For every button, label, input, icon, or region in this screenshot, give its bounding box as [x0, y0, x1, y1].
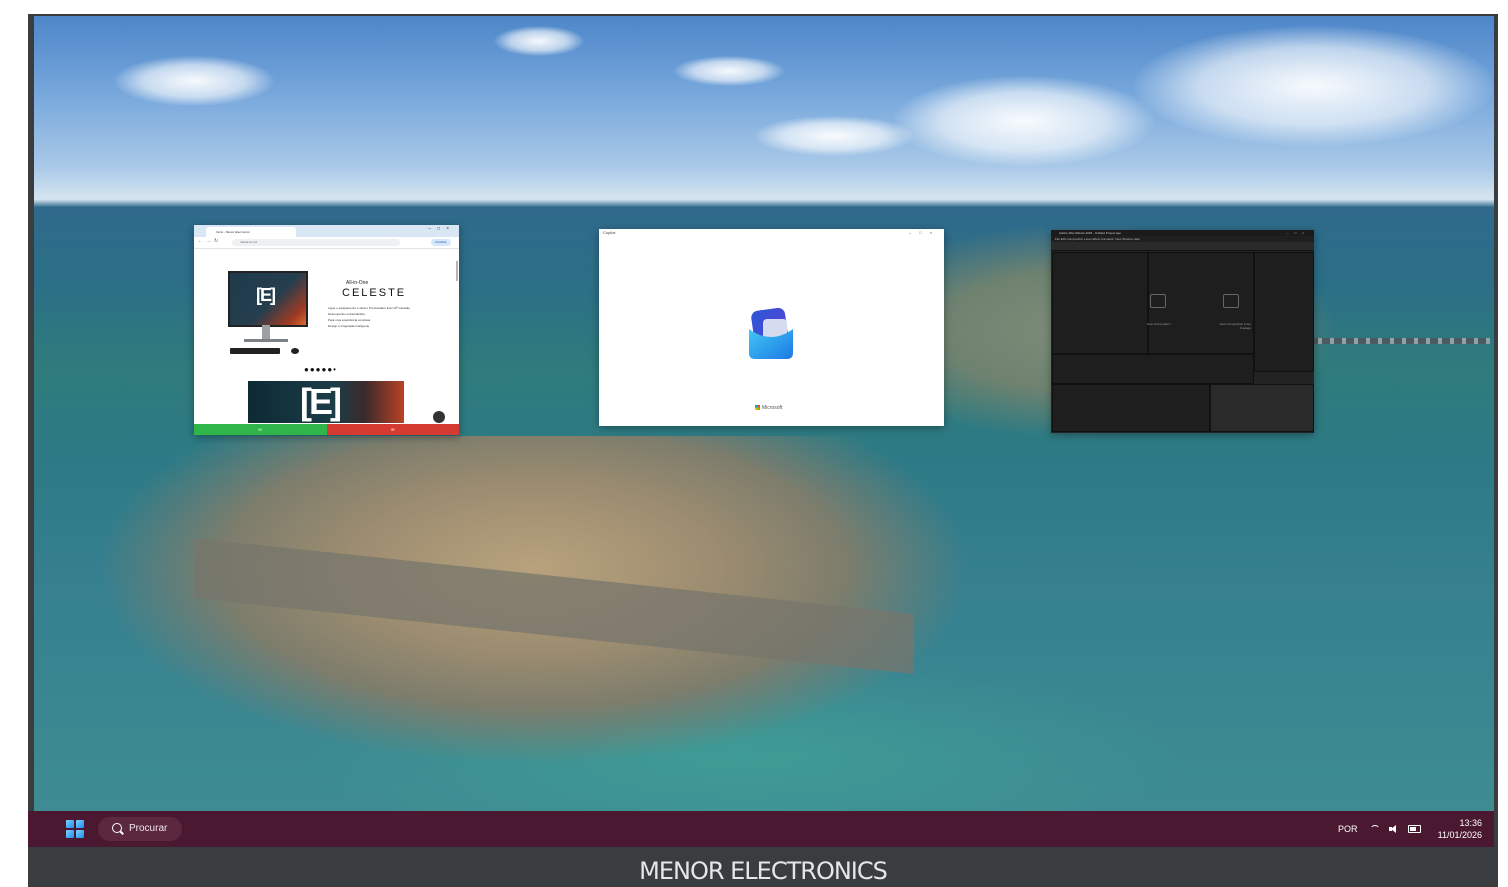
new-composition-icon[interactable] [1150, 294, 1166, 308]
after-effects-window[interactable]: Adobe After Effects 2025 - Untitled Proj… [1051, 230, 1314, 433]
address-bar[interactable]: menor.co.mz [232, 239, 400, 246]
feature-list: Ligue o equipamento e sinta o Processado… [328, 305, 452, 329]
wallpaper-cloud [1134, 26, 1494, 146]
copilot-window[interactable]: Copilot –□× Microsoft [599, 229, 944, 426]
window-controls[interactable]: –□× [428, 226, 455, 232]
product-mouse [291, 348, 299, 354]
battery-icon[interactable] [1408, 825, 1421, 833]
wallpaper-cloud [674, 56, 784, 86]
chrome-tab[interactable]: Início - Menor Electronics [206, 227, 296, 237]
windows-start-icon[interactable] [66, 820, 84, 838]
wifi-icon[interactable] [1370, 824, 1380, 834]
system-tray[interactable] [1370, 823, 1421, 835]
window-controls[interactable]: –□× [909, 229, 940, 237]
copilot-titlebar: Copilot –□× [599, 229, 944, 237]
banner-logo: [E] [300, 381, 342, 422]
new-comp-from-footage-icon[interactable] [1223, 294, 1239, 308]
email-button[interactable]: ✉ [326, 424, 459, 435]
logo-text: [E] [256, 285, 276, 305]
scrollbar[interactable] [456, 261, 458, 281]
ae-project-panel[interactable] [1052, 252, 1148, 354]
ae-timeline-header[interactable] [1052, 354, 1254, 384]
product-base [244, 339, 288, 342]
ae-toolbar[interactable] [1051, 242, 1314, 251]
chrome-window[interactable]: Início - Menor Electronics –□× ←→↻ menor… [194, 225, 459, 435]
carousel-dots[interactable]: ●●●●●• [304, 365, 337, 374]
search-label: Procurar [129, 823, 168, 834]
product-image: [E] [228, 271, 308, 327]
product-subheading: All-in-One [346, 280, 369, 286]
new-comp-from-footage-label[interactable]: New Composition From Footage [1211, 322, 1251, 330]
product-stand [262, 325, 270, 339]
copilot-title: Copilot [603, 230, 616, 235]
copilot-icon [749, 307, 793, 359]
microsoft-logo-icon [755, 405, 760, 411]
chrome-tab-bar: Início - Menor Electronics –□× [194, 225, 459, 237]
taskbar-clock[interactable]: 13:36 11/01/2026 [1428, 817, 1482, 841]
whatsapp-button[interactable]: ☏ [194, 424, 327, 435]
clock-date: 11/01/2026 [1437, 830, 1482, 840]
product-keyboard [230, 348, 280, 354]
chrome-toolbar: ←→↻ menor.co.mz Partilhar [194, 237, 459, 249]
ae-titlebar: Adobe After Effects 2025 - Untitled Proj… [1051, 230, 1314, 236]
wallpaper-pier [1310, 338, 1490, 344]
clock-time: 13:36 [1459, 818, 1482, 828]
desktop-screen: Início - Menor Electronics –□× ←→↻ menor… [34, 16, 1494, 813]
language-indicator[interactable]: POR [1338, 811, 1358, 847]
bezel-brand: MENOR ELECTRONICS [639, 857, 888, 885]
taskbar: Procurar POR 13:36 11/01/2026 [28, 811, 1494, 847]
wallpaper-cloud [494, 26, 584, 56]
contact-bar: ☏ ✉ [194, 424, 459, 435]
volume-icon[interactable] [1389, 824, 1399, 834]
ae-title: Adobe After Effects 2025 - Untitled Proj… [1059, 231, 1121, 235]
search-icon [112, 823, 122, 833]
wallpaper-cloud [754, 116, 914, 156]
share-button[interactable]: Partilhar [431, 239, 451, 246]
feature-item: Design e integração inteligente [328, 324, 370, 328]
ae-layer-panel[interactable] [1052, 384, 1210, 432]
banner-image: [E] [248, 381, 404, 423]
window-controls[interactable]: –□× [1287, 230, 1310, 236]
chat-button[interactable] [433, 411, 445, 423]
wallpaper-cloud [894, 76, 1154, 166]
taskbar-search[interactable]: Procurar [98, 817, 182, 841]
monitor: Início - Menor Electronics –□× ←→↻ menor… [28, 14, 1498, 887]
wallpaper-cloud [114, 56, 274, 106]
ae-effects-panel[interactable] [1254, 252, 1314, 372]
nav-buttons[interactable]: ←→↻ [198, 238, 221, 244]
ae-timeline-panel[interactable] [1210, 384, 1314, 432]
new-composition-label[interactable]: New Composition [1147, 322, 1171, 326]
product-brand: CELESTE [342, 287, 407, 299]
microsoft-brand: Microsoft [755, 405, 782, 411]
